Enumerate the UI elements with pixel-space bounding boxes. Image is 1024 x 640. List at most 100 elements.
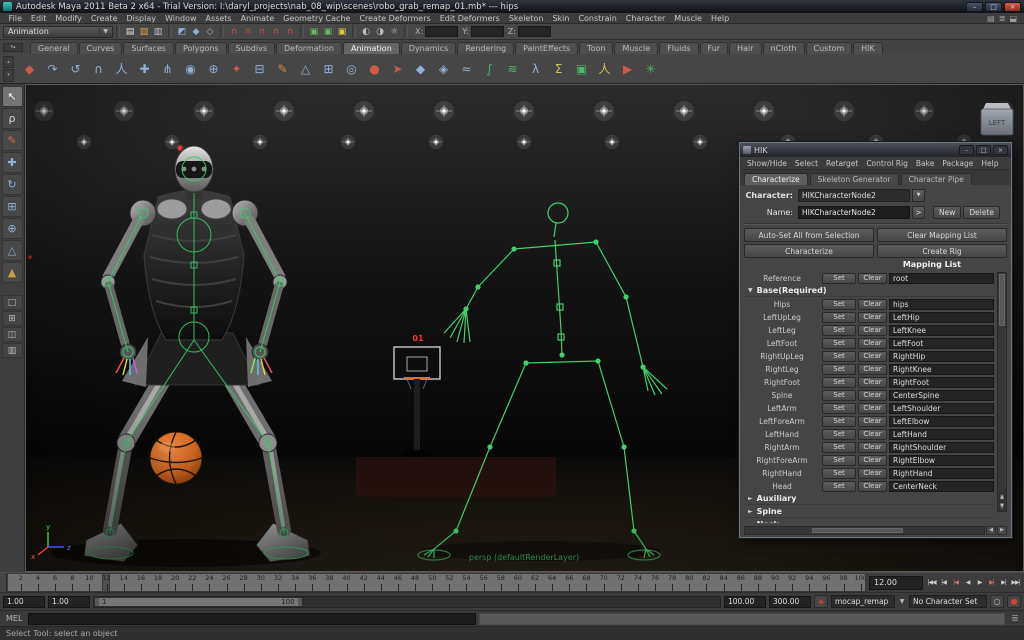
menu-item[interactable]: Window [161, 14, 202, 23]
mapped-node-field[interactable]: LeftHand [889, 428, 994, 440]
shelf-tab[interactable]: Subdivs [227, 42, 276, 54]
scroll-down-icon[interactable]: ▼ [999, 502, 1005, 510]
lattice-icon[interactable]: ⊞ [317, 57, 340, 80]
hik-maximize-button[interactable]: □ [976, 145, 991, 155]
mapped-node-field[interactable]: LeftFoot [889, 337, 994, 349]
shelf-tab[interactable]: Dynamics [400, 42, 457, 54]
character-set-field[interactable]: No Character Set [909, 595, 987, 608]
hik-horizontal-scrollbar[interactable]: ◀ ▶ [744, 526, 1007, 535]
hik-menu-item[interactable]: Retarget [822, 159, 862, 168]
show-manipulator-tool[interactable]: ▲ [1, 262, 23, 283]
set-button[interactable]: Set [822, 428, 856, 440]
bind-skin-icon[interactable]: ✦ [225, 57, 248, 80]
skeleton-icon[interactable]: ⊕ [202, 57, 225, 80]
construction-history-icon[interactable]: ▣ [335, 25, 349, 39]
create-clip-icon[interactable]: ▣ [570, 57, 593, 80]
set-button[interactable]: Set [822, 480, 856, 492]
set-button[interactable]: Set [822, 402, 856, 414]
scroll-right-icon[interactable]: ▶ [997, 526, 1007, 535]
mapped-node-field[interactable]: RightKnee [889, 363, 994, 375]
step-back-frame-button[interactable]: |◀ [950, 575, 961, 591]
animation-key-icon[interactable]: ○ [990, 595, 1004, 608]
set-button[interactable]: Set [822, 324, 856, 336]
menu-item[interactable]: Edit [26, 14, 51, 23]
set-key-icon[interactable]: ◆ [18, 57, 41, 80]
shelf-tab[interactable]: Custom [805, 42, 853, 54]
menu-item[interactable]: Display [122, 14, 161, 23]
scale-tool[interactable]: ⊞ [1, 196, 23, 217]
snap-to-grids-icon[interactable]: ∩ [227, 25, 241, 39]
menu-item[interactable]: Assets [201, 14, 236, 23]
open-scene-icon[interactable]: ▨ [137, 25, 151, 39]
menu-item[interactable]: File [4, 14, 26, 23]
clear-button[interactable]: Clear [858, 337, 887, 349]
soft-modification-tool[interactable]: △ [1, 240, 23, 261]
clear-button[interactable]: Clear [858, 480, 887, 492]
shelf-tab[interactable]: Polygons [174, 42, 227, 54]
snap-to-curves-icon[interactable]: ∩ [241, 25, 255, 39]
mapped-node-field[interactable]: LeftElbow [889, 415, 994, 427]
toggle-tool-settings-icon[interactable]: ≣ [999, 14, 1006, 23]
mapped-node-field[interactable]: CenterSpine [889, 389, 994, 401]
mapped-node-field[interactable]: LeftShoulder [889, 402, 994, 414]
save-scene-icon[interactable]: ▥ [151, 25, 165, 39]
clear-button[interactable]: Clear [858, 389, 887, 401]
snap-to-view-planes-icon[interactable]: ∩ [283, 25, 297, 39]
clear-button[interactable]: Clear [858, 311, 887, 323]
set-button[interactable]: Set [822, 441, 856, 453]
graph-editor-icon[interactable]: ∫ [478, 57, 501, 80]
play-backwards-button[interactable]: ◀ [962, 575, 973, 591]
render-settings-icon[interactable]: ☼ [387, 25, 401, 39]
animation-end-field[interactable]: 300.00 [769, 595, 811, 608]
current-time-field[interactable]: 12.00 [869, 575, 923, 590]
shelf-tab[interactable]: Surfaces [123, 42, 174, 54]
clear-button[interactable]: Clear [858, 454, 887, 466]
minimize-button[interactable]: – [966, 1, 983, 12]
menu-item[interactable]: Create [86, 14, 122, 23]
shelf-scroll-widget[interactable]: ▴ ▾ [3, 55, 14, 82]
ipr-render-icon[interactable]: ◑ [373, 25, 387, 39]
select-by-hierarchy-icon[interactable]: ◩ [175, 25, 189, 39]
collapsed-section-header[interactable]: ► Spine [744, 506, 994, 518]
menu-item[interactable]: Create Deformers [355, 14, 435, 23]
menu-set-dropdown[interactable]: Animation ▼ [3, 25, 113, 38]
snap-to-points-icon[interactable]: ∩ [255, 25, 269, 39]
menu-item[interactable]: Animate [236, 14, 279, 23]
playback-start-field[interactable]: 1.00 [48, 595, 90, 608]
select-tool[interactable]: ↖ [1, 86, 23, 107]
paint-weights-icon[interactable]: ✎ [271, 57, 294, 80]
shelf-tab[interactable]: Hair [729, 42, 762, 54]
aim-constraint-icon[interactable]: ➤ [386, 57, 409, 80]
set-button[interactable]: Set [822, 350, 856, 362]
set-button[interactable]: Set [822, 337, 856, 349]
menu-item[interactable]: Skeleton [504, 14, 548, 23]
shelf-options-icon[interactable]: ▾▴ [3, 43, 23, 52]
menu-item[interactable]: Skin [548, 14, 574, 23]
input-connections-icon[interactable]: ▣ [307, 25, 321, 39]
hik-minimize-button[interactable]: – [959, 145, 974, 155]
set-button[interactable]: Set [822, 376, 856, 388]
clear-button[interactable]: Clear [858, 402, 887, 414]
shelf-tab[interactable]: Curves [78, 42, 123, 54]
menu-item[interactable]: Muscle [670, 14, 707, 23]
collapsed-section-header[interactable]: ► Neck [744, 519, 994, 523]
scrollbar-thumb[interactable] [999, 274, 1005, 326]
trax-editor-icon[interactable]: λ [524, 57, 547, 80]
coordinate-input[interactable] [470, 26, 504, 37]
shelf-tab[interactable]: Deformation [276, 42, 342, 54]
shelf-tab[interactable]: Animation [342, 42, 400, 54]
set-button[interactable]: Set [822, 298, 856, 310]
set-button[interactable]: Set [822, 363, 856, 375]
clear-button[interactable]: Clear [858, 376, 887, 388]
set-button[interactable]: Set [822, 311, 856, 323]
parent-constraint-icon[interactable]: ◈ [432, 57, 455, 80]
menu-item[interactable]: Help [706, 14, 733, 23]
layout-four-pane-button[interactable]: ⊞ [1, 311, 23, 326]
orient-constraint-icon[interactable]: ◆ [409, 57, 432, 80]
name-expand-button[interactable]: > [912, 206, 925, 219]
select-by-object-icon[interactable]: ◆ [189, 25, 203, 39]
hik-menu-item[interactable]: Package [938, 159, 977, 168]
clear-button[interactable]: Clear [858, 350, 887, 362]
clear-button[interactable]: Clear [858, 428, 887, 440]
menu-item[interactable]: Edit Deformers [435, 14, 504, 23]
